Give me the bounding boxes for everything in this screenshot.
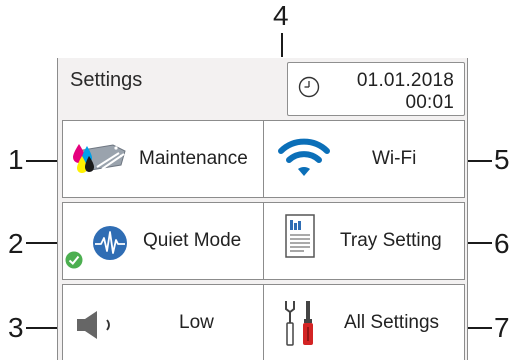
maintenance-button[interactable]: Maintenance [62, 120, 264, 198]
callout-2: 2 [8, 228, 24, 259]
callout-3-line [26, 327, 57, 329]
callout-4-line [281, 33, 283, 57]
maintenance-label: Maintenance [139, 148, 248, 169]
callout-1-line [26, 160, 57, 162]
callout-7-line [468, 327, 492, 329]
quiet-mode-label: Quiet Mode [143, 230, 242, 251]
date-text: 01.01.2018 [356, 70, 454, 91]
callout-4: 4 [273, 0, 289, 31]
all-settings-label: All Settings [344, 312, 440, 333]
settings-panel: Settings 01.01.2018 00:01 Maintenance Wi… [57, 58, 468, 360]
callout-3: 3 [8, 312, 24, 343]
tools-icon [285, 301, 313, 346]
callout-5: 5 [494, 144, 510, 175]
clock-icon [298, 76, 320, 98]
callout-2-line [26, 242, 57, 244]
page-title: Settings [70, 69, 143, 91]
tray-setting-button[interactable]: Tray Setting [263, 202, 465, 280]
datetime-button[interactable]: 01.01.2018 00:01 [287, 62, 465, 116]
settings-screen: 4 1 2 3 5 6 7 Settings 01.01.2018 00:01 [0, 0, 525, 360]
callout-6-line [468, 242, 492, 244]
volume-button[interactable]: Low [62, 284, 264, 360]
wifi-button[interactable]: Wi-Fi [263, 120, 465, 198]
tray-setting-icon [285, 214, 315, 258]
time-text: 00:01 [405, 92, 454, 113]
volume-label: Low [179, 312, 214, 333]
callout-5-line [468, 160, 492, 162]
tray-setting-label: Tray Setting [340, 230, 442, 251]
callout-1: 1 [8, 144, 24, 175]
all-settings-button[interactable]: All Settings [263, 284, 465, 360]
callout-7: 7 [494, 312, 510, 343]
speaker-volume-icon [77, 311, 110, 339]
check-icon [65, 251, 83, 269]
wifi-icon [278, 138, 330, 176]
wifi-label: Wi-Fi [372, 148, 417, 169]
callout-6: 6 [494, 228, 510, 259]
ink-maintenance-icon [73, 144, 126, 173]
quiet-mode-button[interactable]: Quiet Mode [62, 202, 264, 280]
